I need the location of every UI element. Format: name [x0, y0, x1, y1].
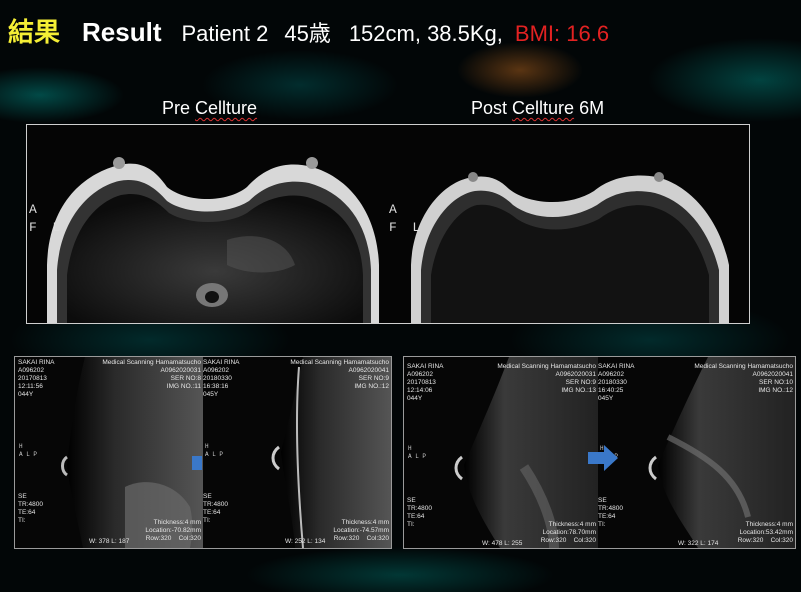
- caption-post-word: Cellture: [512, 98, 575, 118]
- orientation-marker-pre: A F L: [29, 201, 60, 237]
- dicom-wl-2b: W: 322 L: 174: [678, 540, 719, 547]
- dicom-params-2b: SE TR:4800 TE:64 TI:: [598, 497, 623, 528]
- dicom-wl-1a: W: 378 L: 187: [89, 538, 130, 545]
- title-measure: 152cm, 38.5Kg,: [348, 21, 503, 46]
- sagittal-1-post: SAKAI RINA A096202 20180330 16:38:16 045…: [203, 357, 391, 548]
- orient-f: F: [29, 220, 37, 235]
- sagittal-panel-1: SAKAI RINA A096202 20170813 12:11:56 044…: [14, 356, 392, 549]
- title-patient: Patient 2: [181, 21, 269, 46]
- title-result: Result: [82, 17, 162, 47]
- dicom-params-1a: SE TR:4800 TE:64 TI:: [18, 493, 43, 524]
- caption-post-suffix: 6M: [574, 98, 605, 118]
- sagittal-2-post: SAKAI RINA A096202 20180330 16:40:25 045…: [598, 357, 795, 548]
- axial-scan-pre: [27, 125, 389, 323]
- slide-title: 結果 Result Patient 2 45歳 152cm, 38.5Kg, B…: [8, 12, 609, 49]
- caption-post: Post Cellture 6M: [471, 98, 604, 119]
- orient-f-post: F: [389, 220, 397, 235]
- dicom-wl-1b: W: 252 L: 134: [285, 538, 326, 545]
- dicom-orient-2a: H A L P: [408, 445, 427, 460]
- dicom-orient-1b: H A L P: [205, 443, 224, 458]
- dicom-name-2b: SAKAI RINA A096202 20180330 16:40:25 045…: [598, 363, 635, 402]
- axial-mri-panel: A F L A F L: [26, 124, 750, 324]
- sagittal-1-pre: SAKAI RINA A096202 20170813 12:11:56 044…: [15, 357, 203, 548]
- title-age: 45歳: [284, 21, 331, 46]
- dicom-name-1a: SAKAI RINA A096202 20170813 12:11:56 044…: [18, 359, 55, 398]
- dicom-orient-1a: H A L P: [19, 443, 38, 458]
- axial-scan-post: [389, 125, 749, 323]
- caption-post-prefix: Post: [471, 98, 513, 118]
- dicom-thick-2a: Thickness:4 mm Location:78.70mm Row:320 …: [540, 521, 596, 544]
- orient-l: L: [52, 220, 61, 235]
- dicom-site-1a: Medical Scanning Hamamatsucho A096202003…: [102, 359, 201, 390]
- caption-pre-word: Cellture: [195, 98, 258, 118]
- sagittal-panel-2: SAKAI RINA A096202 20170813 12:14:06 044…: [403, 356, 796, 549]
- arrow-right-icon: [588, 445, 618, 471]
- dicom-params-2a: SE TR:4800 TE:64 TI:: [407, 497, 432, 528]
- orient-a-post: A: [389, 202, 397, 217]
- dicom-wl-2a: W: 478 L: 255: [482, 540, 523, 547]
- dicom-thick-2b: Thickness:4 mm Location:53.42mm Row:320 …: [737, 521, 793, 544]
- dicom-thick-1a: Thickness:4 mm Location:-70.82mm Row:320…: [145, 519, 201, 542]
- dicom-name-2a: SAKAI RINA A096202 20170813 12:14:06 044…: [407, 363, 444, 402]
- dicom-name-1b: SAKAI RINA A096202 20180330 16:38:16 045…: [203, 359, 240, 398]
- dicom-site-1b: Medical Scanning Hamamatsucho A096202004…: [290, 359, 389, 390]
- dicom-thick-1b: Thickness:4 mm Location:-74.57mm Row:320…: [333, 519, 389, 542]
- dicom-site-2a: Medical Scanning Hamamatsucho A096202003…: [497, 363, 596, 394]
- orientation-marker-post: A F L: [389, 201, 420, 237]
- caption-pre-prefix: Pre: [162, 98, 196, 118]
- title-kanji: 結果: [8, 17, 61, 47]
- title-bmi: BMI: 16.6: [514, 21, 610, 46]
- transition-marker-1: [192, 456, 202, 470]
- orient-a: A: [29, 202, 37, 217]
- orient-l-post: L: [412, 220, 421, 235]
- dicom-params-1b: SE TR:4800 TE:64 TI:: [203, 493, 228, 524]
- dicom-site-2b: Medical Scanning Hamamatsucho A096202004…: [694, 363, 793, 394]
- sagittal-2-pre: SAKAI RINA A096202 20170813 12:14:06 044…: [404, 357, 598, 548]
- caption-pre: Pre Cellture: [162, 98, 257, 119]
